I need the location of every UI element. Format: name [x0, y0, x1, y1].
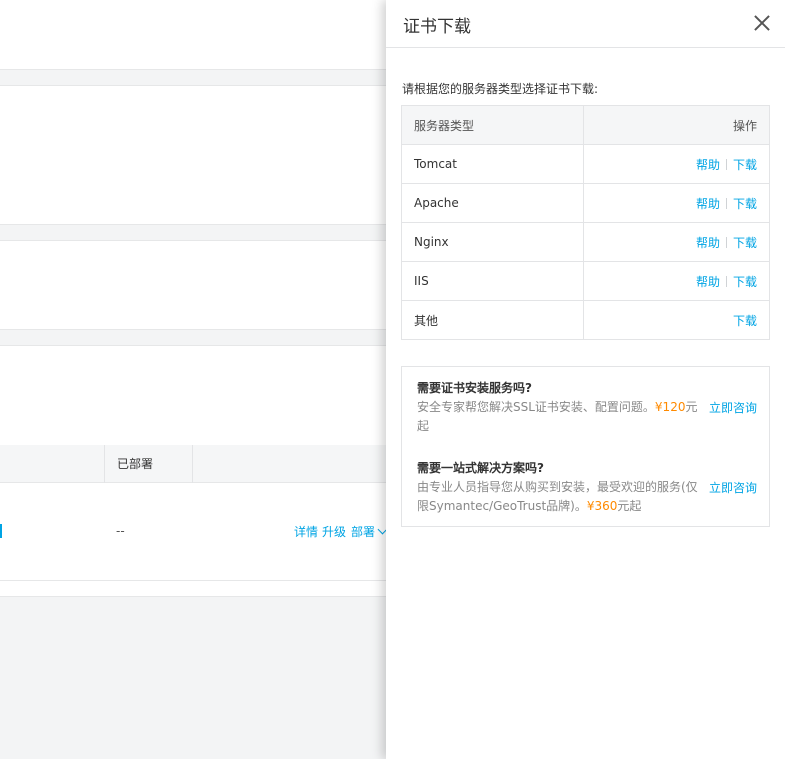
service-promo-box: 需要证书安装服务吗? 立即咨询 安全专家帮您解决SSL证书安装、配置问题。¥12…	[401, 366, 770, 527]
table-row: IIS 帮助 下载	[401, 261, 770, 301]
link-divider	[725, 197, 727, 209]
download-link[interactable]: 下载	[733, 275, 757, 289]
table-row: Tomcat 帮助 下载	[401, 144, 770, 184]
onestop-consult-link[interactable]: 立即咨询	[709, 479, 757, 498]
background-table-header	[0, 445, 387, 483]
col-action: 操作	[583, 105, 770, 145]
background-section-divider	[0, 224, 387, 241]
details-link[interactable]: 详情	[294, 523, 318, 540]
background-column-separator	[192, 445, 193, 483]
deploy-label: 部署	[351, 525, 376, 539]
table-row: 其他 下载	[401, 300, 770, 340]
deploy-dropdown[interactable]: 部署	[351, 523, 388, 540]
onestop-service-price: ¥360	[586, 499, 618, 513]
server-name: Nginx	[401, 222, 584, 262]
drawer-title: 证书下载	[403, 17, 471, 37]
page: 已部署 -- 详情 升级 部署 证书下载 请根据您的服务器类型选择证书下载: 服…	[0, 0, 785, 759]
link-divider	[725, 236, 727, 248]
link-divider	[725, 275, 727, 287]
col-server-type: 服务器类型	[401, 105, 584, 145]
download-link[interactable]: 下载	[733, 236, 757, 250]
help-link[interactable]: 帮助	[696, 158, 720, 172]
background-col-deployed: 已部署	[117, 457, 154, 471]
server-type-table: 服务器类型 操作 Tomcat 帮助 下载 Apache 帮助 下载 Nginx 帮…	[401, 105, 770, 340]
row-actions: 帮助 下载	[583, 183, 770, 223]
onestop-service-text: 由专业人员指导您从购买到安装，最受欢迎的服务(仅限Symantec/GeoTru…	[417, 478, 702, 516]
help-link[interactable]: 帮助	[696, 236, 720, 250]
background-row-divider	[0, 580, 387, 581]
background-section-divider	[0, 329, 387, 346]
background-column-separator	[104, 445, 105, 483]
server-name: Apache	[401, 183, 584, 223]
install-consult-link[interactable]: 立即咨询	[709, 399, 757, 418]
background-link-fragment[interactable]	[0, 524, 2, 538]
table-row: Apache 帮助 下载	[401, 183, 770, 223]
download-link[interactable]: 下载	[733, 158, 757, 172]
certificate-download-drawer: 证书下载 请根据您的服务器类型选择证书下载: 服务器类型 操作 Tomcat 帮…	[386, 0, 785, 759]
onestop-price-suffix: 元起	[617, 499, 642, 513]
onestop-service-title: 需要一站式解决方案吗?	[417, 461, 544, 475]
background-row-status: --	[116, 524, 125, 538]
close-icon[interactable]	[753, 14, 771, 32]
server-name: 其他	[401, 300, 584, 340]
onestop-service-desc: 由专业人员指导您从购买到安装，最受欢迎的服务(仅限Symantec/GeoTru…	[417, 480, 698, 513]
server-name: Tomcat	[401, 144, 584, 184]
row-actions: 帮助 下载	[583, 261, 770, 301]
install-service-promo: 需要证书安装服务吗? 立即咨询 安全专家帮您解决SSL证书安装、配置问题。¥12…	[417, 379, 757, 436]
install-service-text: 安全专家帮您解决SSL证书安装、配置问题。¥120元起	[417, 398, 702, 436]
onestop-service-promo: 需要一站式解决方案吗? 立即咨询 由专业人员指导您从购买到安装，最受欢迎的服务(…	[417, 459, 757, 516]
upgrade-link[interactable]: 升级	[322, 523, 346, 540]
background-footer-area	[0, 596, 387, 759]
drawer-header: 证书下载	[386, 0, 785, 48]
table-header-row: 服务器类型 操作	[401, 105, 770, 145]
install-service-price: ¥120	[654, 400, 686, 414]
row-actions: 下载	[583, 300, 770, 340]
drawer-intro: 请根据您的服务器类型选择证书下载:	[402, 82, 599, 96]
table-row: Nginx 帮助 下载	[401, 222, 770, 262]
install-service-title: 需要证书安装服务吗?	[417, 381, 532, 395]
help-link[interactable]: 帮助	[696, 197, 720, 211]
row-actions: 帮助 下载	[583, 222, 770, 262]
server-name: IIS	[401, 261, 584, 301]
row-actions: 帮助 下载	[583, 144, 770, 184]
help-link[interactable]: 帮助	[696, 275, 720, 289]
download-link[interactable]: 下载	[733, 197, 757, 211]
install-service-desc: 安全专家帮您解决SSL证书安装、配置问题。	[417, 400, 655, 414]
link-divider	[725, 158, 727, 170]
download-link[interactable]: 下载	[733, 314, 757, 328]
background-section-divider	[0, 69, 387, 86]
